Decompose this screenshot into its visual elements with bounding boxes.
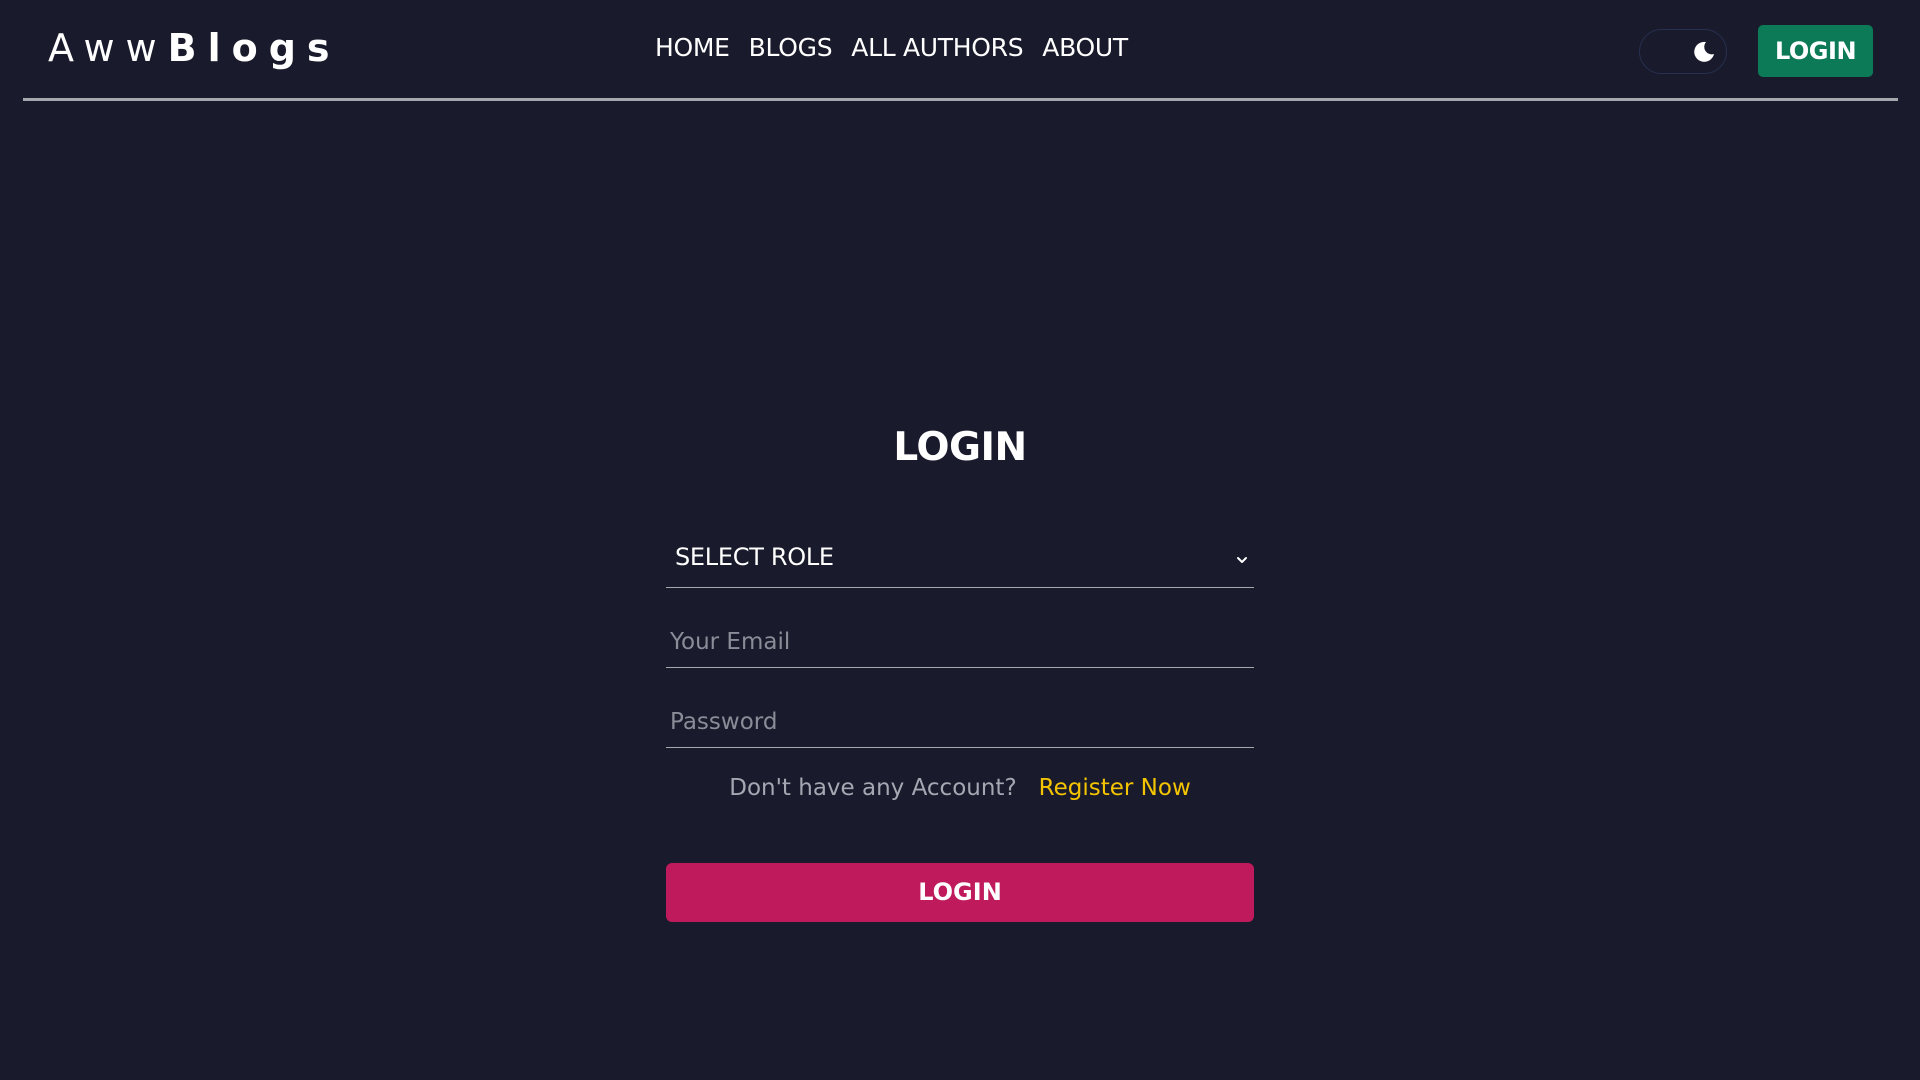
navbar: Aww Blogs HOME BLOGS ALL AUTHORS ABOUT L… [23, 0, 1898, 101]
password-field[interactable] [670, 704, 1240, 740]
nav-all-authors[interactable]: ALL AUTHORS [851, 33, 1023, 62]
email-field[interactable] [670, 624, 1240, 660]
no-account-text: Don't have any Account? [729, 775, 1017, 801]
logo-bold-text: Blogs [167, 26, 341, 70]
email-field-wrapper [666, 618, 1254, 668]
login-submit-button[interactable]: LOGIN [666, 863, 1254, 922]
moon-icon [1694, 41, 1714, 62]
register-prompt: Don't have any Account? Register Now [0, 775, 1920, 801]
role-select[interactable]: SELECT ROLE [666, 535, 1254, 588]
nav-blogs[interactable]: BLOGS [749, 33, 833, 62]
chevron-down-icon [1237, 557, 1247, 563]
theme-toggle[interactable] [1639, 29, 1727, 74]
logo-light-text: Aww [48, 26, 168, 70]
role-select-value: SELECT ROLE [675, 543, 834, 571]
page-title: LOGIN [893, 425, 1027, 470]
site-logo[interactable]: Aww Blogs [48, 26, 341, 74]
nav-about[interactable]: ABOUT [1042, 33, 1128, 62]
main-nav: HOME BLOGS ALL AUTHORS ABOUT [655, 33, 1128, 62]
nav-login-button[interactable]: LOGIN [1758, 25, 1873, 77]
register-link[interactable]: Register Now [1039, 775, 1191, 801]
password-field-wrapper [666, 698, 1254, 748]
nav-home[interactable]: HOME [655, 33, 730, 62]
